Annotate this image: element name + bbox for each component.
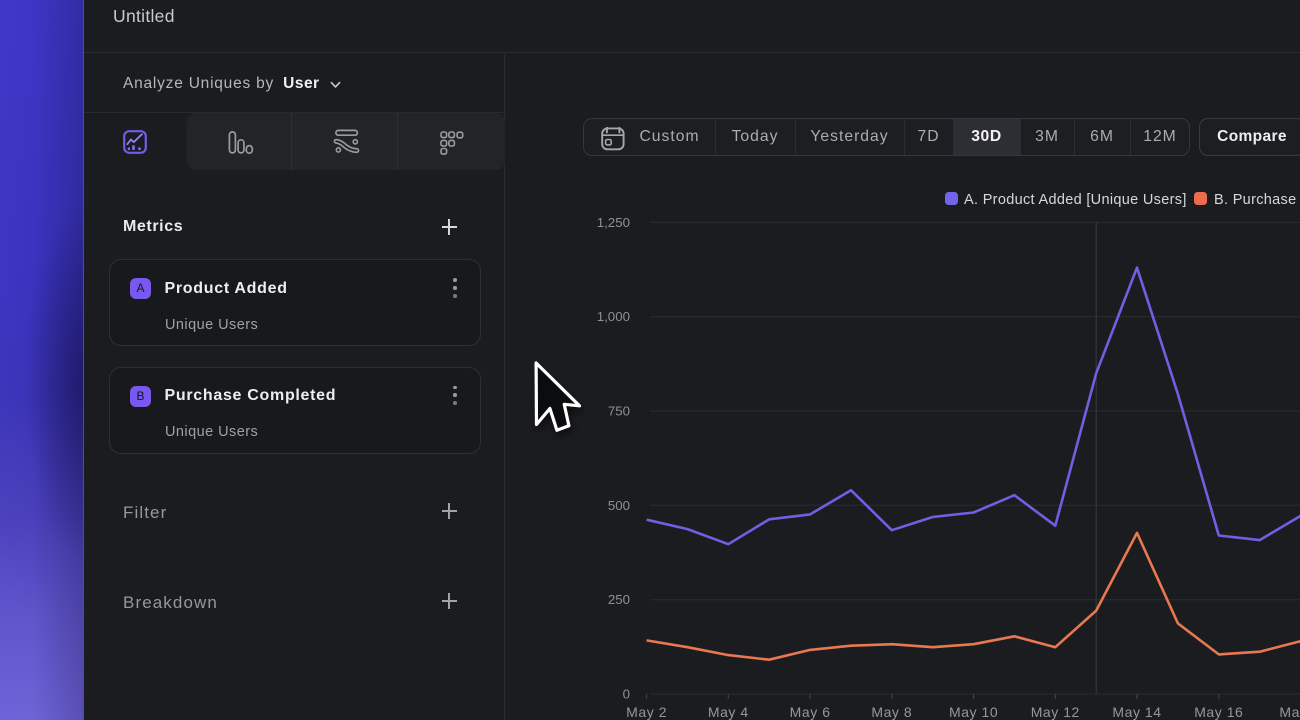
svg-text:May 14: May 14	[1112, 704, 1161, 720]
svg-text:1,250: 1,250	[597, 215, 630, 230]
svg-text:May 18: May 18	[1279, 704, 1300, 720]
svg-text:May 10: May 10	[949, 704, 998, 720]
svg-text:250: 250	[608, 592, 630, 607]
svg-text:0: 0	[623, 687, 630, 702]
svg-text:May 16: May 16	[1194, 704, 1243, 720]
svg-text:May 6: May 6	[790, 704, 831, 720]
svg-text:May 8: May 8	[871, 704, 912, 720]
svg-text:May 12: May 12	[1031, 704, 1080, 720]
svg-text:500: 500	[608, 498, 630, 513]
svg-text:750: 750	[608, 404, 630, 419]
svg-text:May 2: May 2	[626, 704, 667, 720]
svg-text:May 4: May 4	[708, 704, 749, 720]
svg-text:1,000: 1,000	[597, 309, 630, 324]
